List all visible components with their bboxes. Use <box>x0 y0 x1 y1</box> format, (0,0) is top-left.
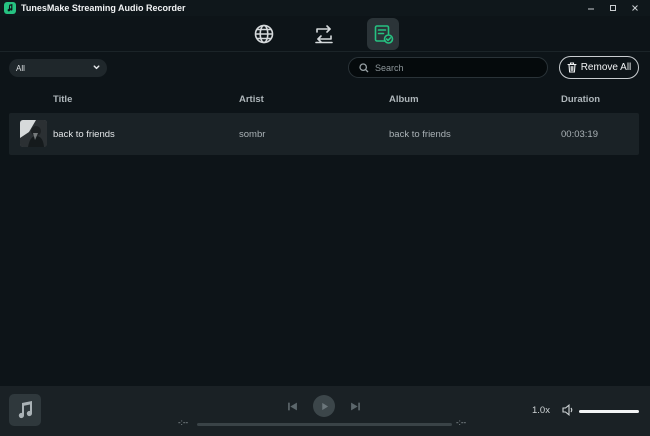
search-input[interactable] <box>375 62 535 73</box>
row-artist: sombr <box>239 129 266 140</box>
player-bar: -:-- -:-- 1.0x <box>0 386 650 436</box>
skip-next-icon <box>350 402 360 410</box>
nav-divider <box>0 51 650 52</box>
table-row[interactable]: back to friends sombr back to friends 00… <box>9 113 639 155</box>
next-button[interactable] <box>348 399 362 413</box>
row-album: back to friends <box>389 129 451 140</box>
music-note-icon <box>18 401 33 419</box>
column-header-title[interactable]: Title <box>53 94 72 105</box>
app-title: TunesMake Streaming Audio Recorder <box>21 3 186 13</box>
search-box[interactable] <box>348 57 548 78</box>
converted-list-icon <box>374 25 394 44</box>
current-time: -:-- <box>178 418 189 427</box>
previous-button[interactable] <box>285 399 299 413</box>
title-bar: TunesMake Streaming Audio Recorder <box>0 0 650 16</box>
volume-slider[interactable] <box>579 410 639 413</box>
volume-button[interactable] <box>561 403 575 417</box>
column-header-artist[interactable]: Artist <box>239 94 264 105</box>
minimize-button[interactable] <box>580 0 602 16</box>
maximize-button[interactable] <box>602 0 624 16</box>
filter-value: All <box>16 63 25 73</box>
filter-dropdown[interactable]: All <box>9 59 107 77</box>
column-header-duration[interactable]: Duration <box>561 94 600 105</box>
tab-converting[interactable] <box>308 18 340 50</box>
convert-icon <box>315 25 333 44</box>
album-cover <box>20 120 47 147</box>
tab-converted[interactable] <box>367 18 399 50</box>
close-button[interactable] <box>624 0 646 16</box>
total-time: -:-- <box>456 418 467 427</box>
playback-speed[interactable]: 1.0x <box>532 405 550 416</box>
progress-slider[interactable] <box>197 423 452 426</box>
app-logo-icon <box>4 2 16 14</box>
table-header: Title Artist Album Duration <box>0 88 650 110</box>
row-duration: 00:03:19 <box>561 129 598 140</box>
trash-icon <box>567 62 577 73</box>
play-button[interactable] <box>313 395 335 417</box>
main-nav <box>0 17 650 51</box>
speaker-icon <box>561 404 572 416</box>
row-title: back to friends <box>53 129 115 140</box>
globe-icon <box>254 24 274 44</box>
remove-all-label: Remove All <box>580 62 632 73</box>
search-icon <box>359 62 369 72</box>
now-playing-thumbnail <box>9 394 41 426</box>
tab-web-player[interactable] <box>248 18 280 50</box>
skip-previous-icon <box>287 402 297 410</box>
remove-all-button[interactable]: Remove All <box>559 56 639 79</box>
chevron-down-icon <box>93 65 100 70</box>
play-icon <box>321 402 328 410</box>
column-header-album[interactable]: Album <box>389 94 419 105</box>
